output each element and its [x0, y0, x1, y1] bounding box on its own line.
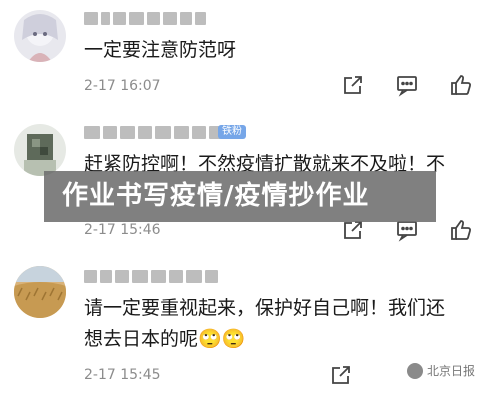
- avatar[interactable]: [14, 124, 66, 176]
- comment-time: 2-17 16:07: [84, 78, 161, 94]
- username-redacted[interactable]: [84, 270, 218, 283]
- comment-time: 2-17 15:45: [84, 367, 161, 383]
- comment-icon[interactable]: [395, 73, 419, 97]
- avatar[interactable]: [14, 10, 66, 62]
- comment-text: 一定要注意防范呀: [84, 39, 237, 61]
- wechat-icon: [406, 362, 423, 379]
- share-icon[interactable]: [341, 73, 365, 97]
- comment-text-line2: 想去日本的呢🙄🙄: [84, 328, 246, 350]
- comment-actions: [341, 73, 473, 97]
- avatar-field-icon: [14, 266, 66, 318]
- watermark-text: 北京日报: [426, 364, 475, 378]
- comment-time: 2-17 15:46: [84, 222, 161, 238]
- avatar-anime-icon: [14, 10, 66, 62]
- like-icon[interactable]: [449, 73, 473, 97]
- like-icon[interactable]: [449, 218, 473, 242]
- share-icon[interactable]: [329, 363, 353, 387]
- article-title-banner: 作业书写疫情/疫情抄作业: [44, 171, 436, 222]
- avatar[interactable]: [14, 266, 66, 318]
- fan-badge: 铁粉: [218, 125, 246, 139]
- username-redacted[interactable]: [84, 12, 206, 25]
- avatar-pixelated-icon: [14, 124, 66, 176]
- comment-actions: [329, 363, 353, 387]
- source-watermark: 北京日报: [406, 362, 475, 379]
- comment-text-line1: 请一定要重视起来，保护好自己啊！我们还: [84, 297, 446, 319]
- username-redacted[interactable]: [84, 126, 239, 139]
- comment-item: 一定要注意防范呀 2-17 16:07: [0, 0, 487, 120]
